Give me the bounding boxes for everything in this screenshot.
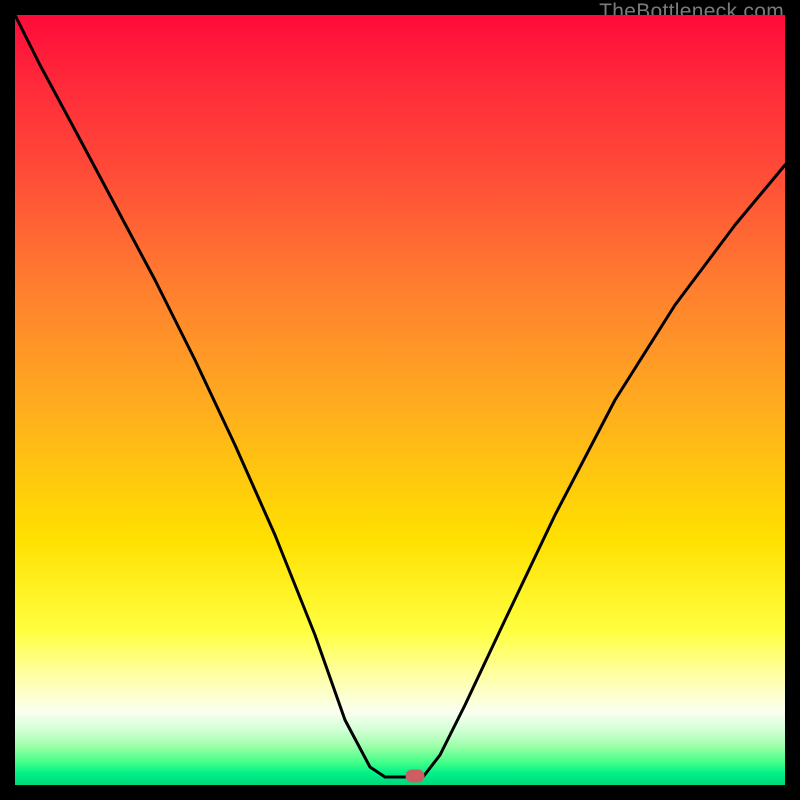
plot-area — [15, 15, 785, 785]
chart-frame: TheBottleneck.com — [0, 0, 800, 800]
curve-endpoint-marker — [406, 770, 425, 783]
bottleneck-curve — [15, 15, 785, 785]
